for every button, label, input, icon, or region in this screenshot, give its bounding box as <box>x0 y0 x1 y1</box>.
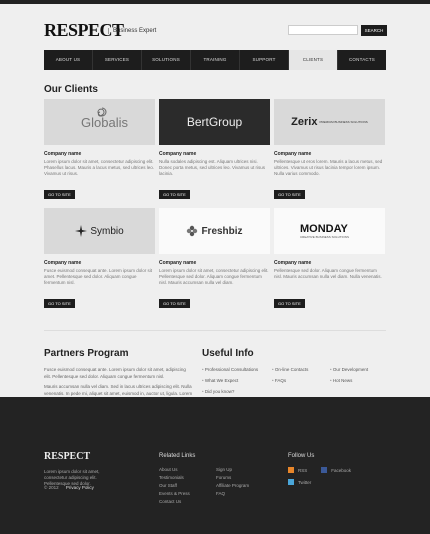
page: RESPECT Business Expert SEARCH ABOUT US … <box>0 4 430 534</box>
client-logo-text: Symbio <box>90 225 124 237</box>
useful-link[interactable]: On-line Contacts <box>272 367 330 372</box>
useful-link[interactable]: What We Expect <box>202 378 272 383</box>
client-desc: Nulla sodales adipiscing est. Aliquam ul… <box>159 159 265 176</box>
rss-icon <box>288 467 294 473</box>
client-desc: Pellentesque ut eros lorem. Mauris a lac… <box>274 159 383 176</box>
footer-link[interactable]: Contact Us <box>159 499 190 504</box>
clients-title: Our Clients <box>44 84 98 95</box>
useful-link[interactable]: FAQs <box>272 378 330 383</box>
client-logo-text: BertGroup <box>186 115 243 129</box>
related-links-col-2: Sign Up Forums Affiliate Program FAQ <box>216 467 249 499</box>
partners-text-1: Fusce euismod consequat ante. Lorem ipsu… <box>44 367 186 379</box>
footer-link[interactable]: Events & Press <box>159 491 190 496</box>
footer-link[interactable]: Our Staff <box>159 483 190 488</box>
follow-links: RSS Facebook Twitter <box>288 467 365 491</box>
section-divider <box>44 330 386 331</box>
client-desc: Lorem ipsum dolor sit amet, consectetur … <box>44 159 155 176</box>
client-logo[interactable]: Symbio <box>44 208 155 254</box>
useful-link[interactable]: Did you know? <box>202 389 272 394</box>
goto-site-button[interactable]: GO TO SITE <box>274 299 305 308</box>
useful-link[interactable]: Professional Consultations <box>202 367 272 372</box>
useful-link[interactable]: Hot News <box>330 378 386 383</box>
nav-item-contacts[interactable]: CONTACTS <box>338 50 386 70</box>
goto-site-button[interactable]: GO TO SITE <box>44 299 75 308</box>
client-desc: Pellentesque sed dolor. Aliquam congue f… <box>274 268 382 279</box>
footer-link[interactable]: Sign Up <box>216 467 249 472</box>
client-logo-text: Freshbiz <box>201 225 243 237</box>
privacy-policy-link[interactable]: Privacy Policy <box>66 485 94 490</box>
site-tagline: Business Expert <box>108 28 156 34</box>
facebook-icon <box>321 467 328 473</box>
client-card: MONDAY CREATIVE BUSINESS SOLUTIONS Compa… <box>274 208 385 310</box>
client-card: Zerix PREMIUM BUSINESS SOLUTIONS Company… <box>274 99 385 201</box>
nav-item-services[interactable]: SERVICES <box>93 50 142 70</box>
follow-us-title: Follow Us <box>288 453 315 459</box>
client-name: Company name <box>44 260 82 266</box>
goto-site-button[interactable]: GO TO SITE <box>159 299 190 308</box>
client-logo[interactable]: MONDAY CREATIVE BUSINESS SOLUTIONS <box>274 208 385 254</box>
client-name: Company name <box>274 260 312 266</box>
client-card: BertGroup Company name Nulla sodales adi… <box>159 99 270 201</box>
client-card: Freshbiz Company name Lorem ipsum dolor … <box>159 208 270 310</box>
footer-link[interactable]: FAQ <box>216 491 249 496</box>
header: RESPECT Business Expert SEARCH <box>44 18 387 44</box>
footer-link[interactable]: Testimonials <box>159 475 190 480</box>
globalis-swirl-icon <box>97 107 107 117</box>
follow-facebook[interactable]: Facebook <box>321 467 351 473</box>
goto-site-button[interactable]: GO TO SITE <box>159 190 190 199</box>
footer-link[interactable]: About Us <box>159 467 190 472</box>
related-links-title: Related Links <box>159 453 196 459</box>
search-button[interactable]: SEARCH <box>361 25 387 36</box>
symbio-star-icon <box>75 225 88 237</box>
client-name: Company name <box>159 260 197 266</box>
client-name: Company name <box>44 151 82 157</box>
client-logo-text: Zerix <box>291 116 318 128</box>
partners-title: Partners Program <box>44 348 129 359</box>
nav-item-solutions[interactable]: SOLUTIONS <box>142 50 191 70</box>
client-card: Globalis Company name Lorem ipsum dolor … <box>44 99 155 201</box>
client-logo[interactable]: BertGroup <box>159 99 270 145</box>
client-name: Company name <box>159 151 197 157</box>
footer-link[interactable]: Affiliate Program <box>216 483 249 488</box>
nav-item-clients[interactable]: CLIENTS <box>289 50 338 70</box>
useful-link[interactable]: Our Development <box>330 367 386 372</box>
follow-label: Facebook <box>331 467 352 473</box>
main-nav: ABOUT US SERVICES SOLUTIONS TRAINING SUP… <box>44 50 386 70</box>
nav-item-support[interactable]: SUPPORT <box>240 50 289 70</box>
footer-logo[interactable]: RESPECT <box>44 451 90 462</box>
client-logo[interactable]: Globalis <box>44 99 155 145</box>
goto-site-button[interactable]: GO TO SITE <box>274 190 305 199</box>
follow-rss[interactable]: RSS <box>288 467 307 473</box>
follow-label: RSS <box>298 467 308 473</box>
footer: RESPECT Lorem ipsum dolor sit amet, cons… <box>0 397 430 534</box>
follow-label: Twitter <box>298 479 312 485</box>
nav-item-training[interactable]: TRAINING <box>191 50 240 70</box>
copyright-text: © 2012 <box>44 485 59 490</box>
twitter-icon <box>288 479 294 485</box>
freshbiz-flower-icon <box>187 225 198 237</box>
client-desc: Lorem ipsum dolor sit amet, consectetur … <box>159 268 269 285</box>
client-logo-subtext: CREATIVE BUSINESS SOLUTIONS <box>300 234 349 239</box>
client-logo[interactable]: Freshbiz <box>159 208 270 254</box>
nav-item-about[interactable]: ABOUT US <box>44 50 93 70</box>
goto-site-button[interactable]: GO TO SITE <box>44 190 75 199</box>
client-name: Company name <box>274 151 312 157</box>
client-card: Symbio Company name Fusce euismod conseq… <box>44 208 155 310</box>
search-input[interactable] <box>288 25 358 35</box>
client-logo[interactable]: Zerix PREMIUM BUSINESS SOLUTIONS <box>274 99 385 145</box>
client-logo-subtext: PREMIUM BUSINESS SOLUTIONS <box>319 120 368 124</box>
client-desc: Fusce euismod consequat ante. Lorem ipsu… <box>44 268 153 285</box>
related-links-col-1: About Us Testimonials Our Staff Events &… <box>159 467 190 507</box>
footer-link[interactable]: Forums <box>216 475 249 480</box>
useful-title: Useful Info <box>202 348 254 359</box>
client-logo-text: MONDAY <box>300 222 348 235</box>
useful-info-section: Useful Info Professional Consultations W… <box>202 348 386 400</box>
follow-twitter[interactable]: Twitter <box>288 479 351 485</box>
footer-copyright: © 2012 Privacy Policy <box>44 485 94 490</box>
